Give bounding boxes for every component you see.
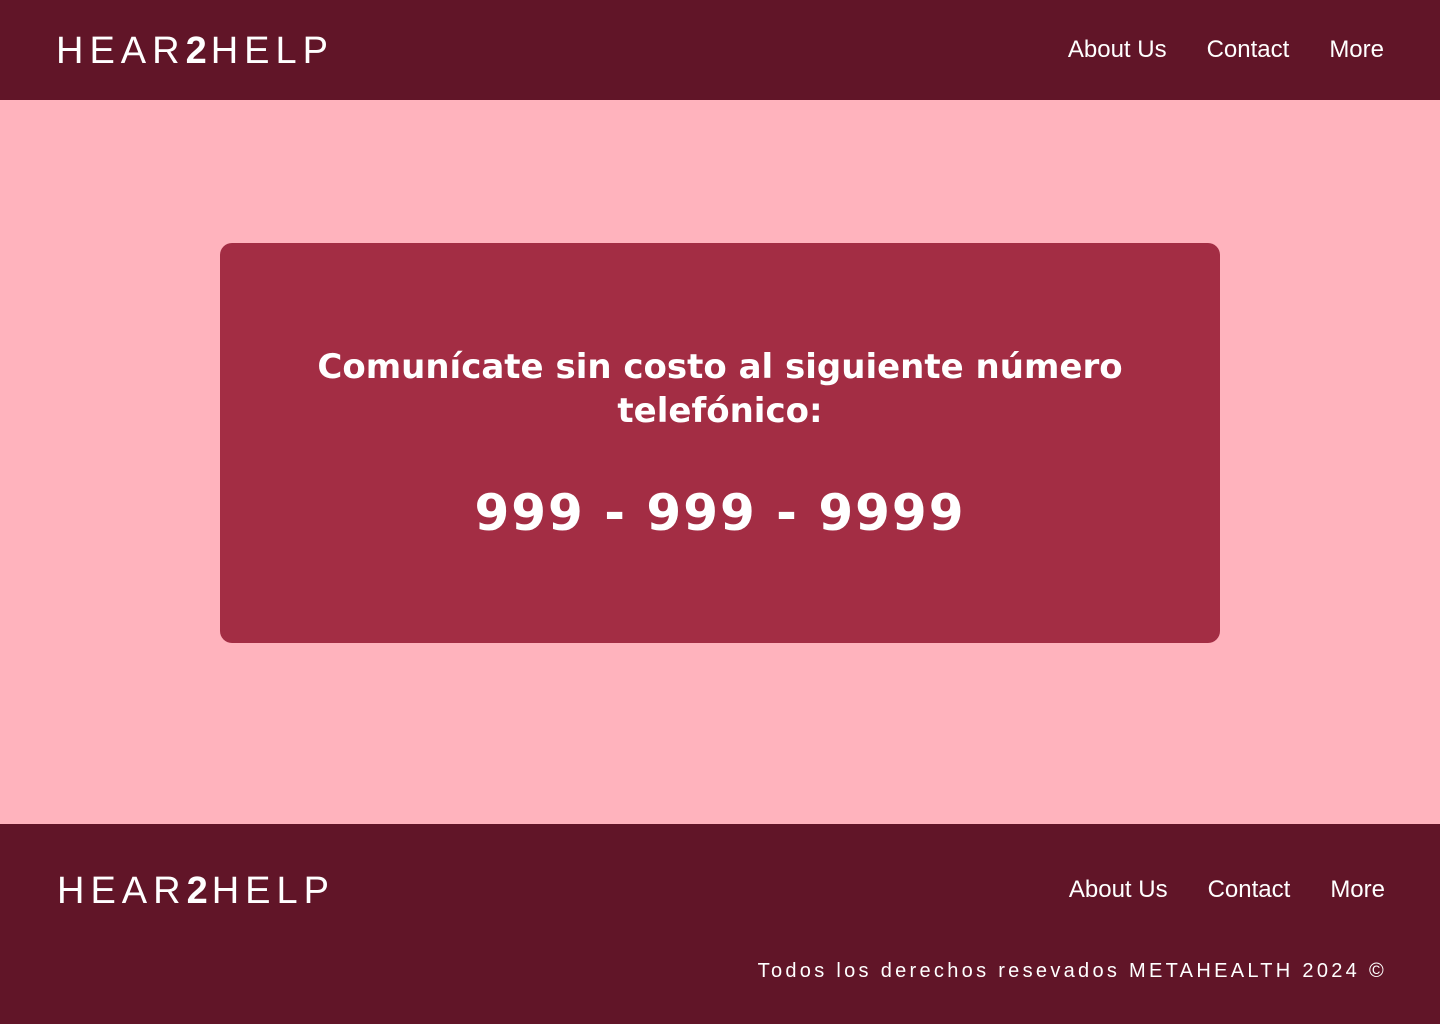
nav-link-more[interactable]: More	[1329, 36, 1384, 64]
footer-link-about-us[interactable]: About Us	[1069, 876, 1168, 904]
footer-link-more[interactable]: More	[1330, 876, 1385, 904]
copyright-text: Todos los derechos resevados METAHEALTH …	[757, 960, 1387, 982]
logo-text-hear: HEAR	[56, 30, 186, 72]
headline-text-start: Comunícate	[317, 347, 556, 387]
contact-headline: Comunícate sin costo al siguiente número…	[300, 345, 1140, 433]
logo-text-2: 2	[185, 30, 211, 72]
nav-link-about-us[interactable]: About Us	[1068, 36, 1167, 64]
footer-link-contact[interactable]: Contact	[1208, 876, 1291, 904]
phone-number[interactable]: 999 - 999 - 9999	[220, 483, 1220, 543]
footer-logo-text-hear: HEAR	[57, 870, 187, 912]
footer-logo-text-help: HELP	[211, 870, 335, 912]
logo-text-help: HELP	[210, 30, 334, 72]
headline-text-bold: sin costo	[555, 347, 727, 387]
brand-logo[interactable]: HEAR2HELP	[56, 32, 334, 70]
nav-link-contact[interactable]: Contact	[1207, 36, 1290, 64]
contact-card: Comunícate sin costo al siguiente número…	[220, 243, 1220, 643]
footer: HEAR2HELP About Us Contact More Todos lo…	[0, 824, 1440, 1024]
footer-brand-logo[interactable]: HEAR2HELP	[57, 872, 335, 910]
footer-logo-text-2: 2	[186, 870, 212, 912]
footer-nav: About Us Contact More	[1069, 876, 1385, 904]
header-nav: About Us Contact More	[1068, 36, 1384, 64]
top-navbar: HEAR2HELP About Us Contact More	[0, 0, 1440, 100]
